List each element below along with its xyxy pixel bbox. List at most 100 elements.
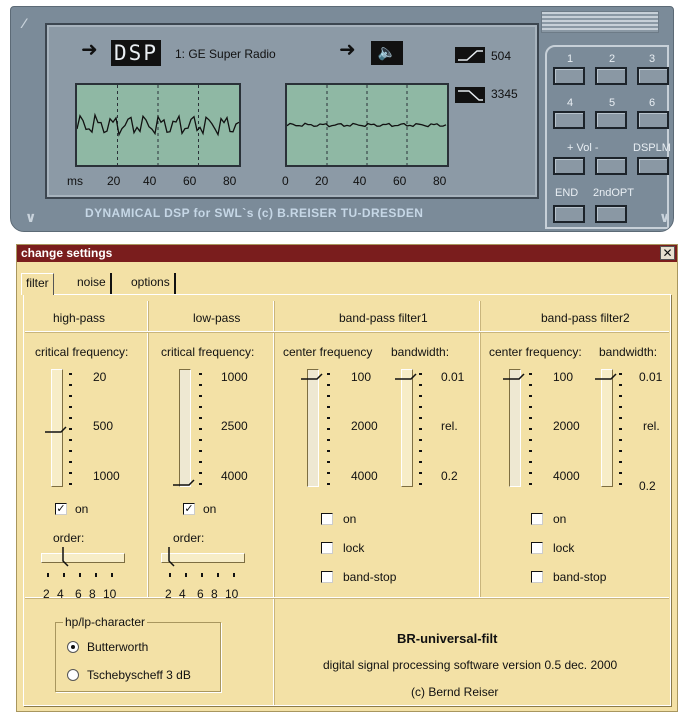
tick-mark — [327, 384, 330, 386]
bp2-center-slider[interactable] — [509, 369, 521, 487]
bp2-bandwidth-thumb[interactable] — [595, 371, 617, 380]
highpass-value-mid: 500 — [93, 419, 114, 433]
tick-mark — [529, 417, 532, 419]
tick-mark — [619, 461, 622, 463]
bp1-on-checkbox[interactable] — [321, 513, 333, 525]
key-5-button[interactable] — [595, 111, 627, 129]
tick-mark — [619, 406, 622, 408]
bp2-lock-checkbox[interactable] — [531, 542, 543, 554]
dsplm-button[interactable] — [637, 157, 669, 175]
arrow-right-icon: ➜ — [339, 39, 356, 61]
order-value: 10 — [103, 587, 117, 601]
axis-label: 80 — [223, 174, 237, 188]
change-settings-dialog: change settings ✕ filter noise options h… — [16, 244, 678, 712]
close-button[interactable]: ✕ — [660, 246, 675, 260]
bp1-bandstop-checkbox[interactable] — [321, 571, 333, 583]
tab-noise[interactable]: noise — [73, 273, 112, 295]
screw-icon: ⁄ — [23, 15, 26, 31]
bp2-bandstop-checkbox[interactable] — [531, 571, 543, 583]
output-oscilloscope — [285, 83, 449, 167]
tick-mark — [619, 417, 622, 419]
volume-down-button[interactable] — [595, 157, 627, 175]
input-oscilloscope — [75, 83, 241, 167]
tick-mark — [69, 472, 72, 474]
tick-mark — [69, 461, 72, 463]
order-value: 4 — [57, 587, 64, 601]
tick-mark — [69, 373, 72, 375]
tick-mark — [69, 439, 72, 441]
tick-mark — [199, 439, 202, 441]
slider-ticks — [199, 373, 203, 485]
bp1-lock-label: lock — [343, 541, 365, 555]
bp1-bandwidth-thumb[interactable] — [395, 371, 417, 380]
key-label: 2 — [609, 53, 616, 65]
axis-label: 40 — [143, 174, 157, 188]
butterworth-radio[interactable] — [67, 641, 79, 653]
tick-mark — [529, 406, 532, 408]
key-1-button[interactable] — [553, 67, 585, 85]
key-3-button[interactable] — [637, 67, 669, 85]
highpass-order-label: order: — [53, 531, 85, 545]
divider — [25, 331, 669, 332]
tick-mark — [529, 483, 532, 485]
slider-ticks — [419, 373, 423, 485]
bp2-on-checkbox[interactable] — [531, 513, 543, 525]
bp1-center-slider[interactable] — [307, 369, 319, 487]
bp1-center-thumb[interactable] — [301, 371, 323, 380]
bp1-bandwidth-value-max: 0.2 — [441, 469, 458, 483]
end-button[interactable] — [553, 205, 585, 223]
volume-up-button[interactable] — [553, 157, 585, 175]
second-opt-button[interactable] — [595, 205, 627, 223]
tab-options[interactable]: options — [127, 273, 176, 295]
bandpass2-header: band-pass filter2 — [541, 311, 630, 325]
bp1-lock-checkbox[interactable] — [321, 542, 333, 554]
device-caption: DYNAMICAL DSP for SWL`s (c) B.REISER TU-… — [85, 206, 424, 220]
key-label: 5 — [609, 97, 616, 109]
dialog-title: change settings — [21, 246, 113, 260]
axis-label: 20 — [107, 174, 121, 188]
tick-mark — [199, 483, 202, 485]
tschebyscheff-radio[interactable] — [67, 669, 79, 681]
tab-filter[interactable]: filter — [21, 273, 54, 295]
divider — [147, 301, 148, 597]
tick-mark — [199, 406, 202, 408]
tick-mark — [419, 450, 422, 452]
bp1-bandwidth-slider[interactable] — [401, 369, 413, 487]
axis-label: 40 — [353, 174, 367, 188]
divider — [479, 301, 480, 597]
bp2-center-label: center frequency: — [489, 345, 582, 359]
lowpass-frequency-slider[interactable] — [179, 369, 191, 487]
highpass-on-label: on — [75, 502, 89, 516]
tick-mark — [619, 450, 622, 452]
bp2-bandwidth-slider[interactable] — [601, 369, 613, 487]
tick-mark — [619, 384, 622, 386]
tick-mark — [69, 417, 72, 419]
bp2-bandstop-label: band-stop — [553, 570, 607, 584]
bp1-center-value-mid: 2000 — [351, 419, 378, 433]
tick-mark — [419, 461, 422, 463]
tick-mark — [69, 450, 72, 452]
butterworth-label: Butterworth — [87, 640, 149, 654]
axis-label: 0 — [282, 174, 289, 188]
key-label: 4 — [567, 97, 574, 109]
key-2-button[interactable] — [595, 67, 627, 85]
tick-mark — [233, 573, 235, 577]
order-value: 2 — [165, 587, 172, 601]
key-6-button[interactable] — [637, 111, 669, 129]
bp1-center-value-max: 4000 — [351, 469, 378, 483]
highpass-order-thumb[interactable] — [62, 547, 70, 567]
lowpass-slider-thumb[interactable] — [173, 477, 195, 486]
bp2-lock-label: lock — [553, 541, 575, 555]
slider-ticks — [69, 373, 73, 485]
bp2-center-thumb[interactable] — [503, 371, 525, 380]
order-value: 6 — [75, 587, 82, 601]
highpass-slider-thumb[interactable] — [45, 424, 67, 433]
highpass-order-slider[interactable] — [41, 553, 125, 563]
lowpass-order-thumb[interactable] — [168, 547, 176, 567]
highpass-on-checkbox[interactable]: ✓ — [55, 503, 67, 515]
key-4-button[interactable] — [553, 111, 585, 129]
lowpass-on-checkbox[interactable]: ✓ — [183, 503, 195, 515]
tick-mark — [419, 472, 422, 474]
bp1-bandwidth-value-min: 0.01 — [441, 370, 465, 384]
bp2-bandwidth-value-max: 0.2 — [639, 479, 656, 493]
